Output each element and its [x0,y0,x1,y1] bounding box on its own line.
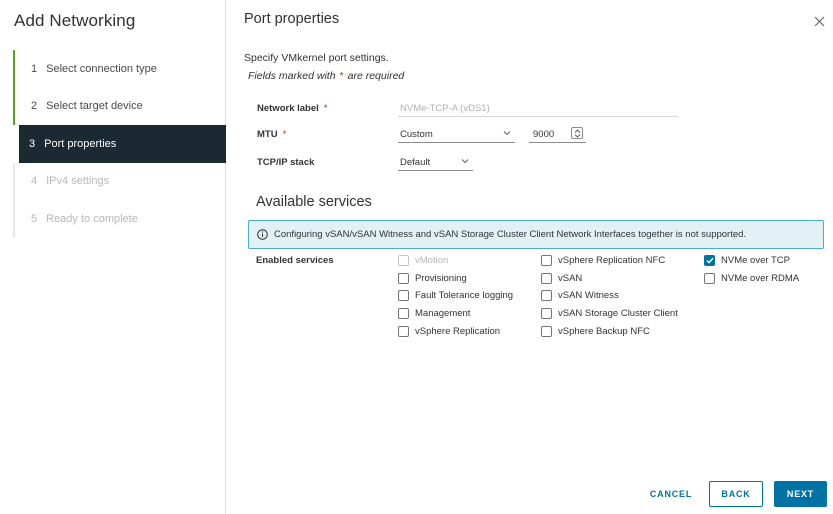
mtu-label: MTU * [257,129,286,140]
step-ready-to-complete: 5 Ready to complete [13,200,226,238]
step-select-target-device[interactable]: 2 Select target device [13,87,226,125]
step-select-connection-type[interactable]: 1 Select connection type [13,50,226,88]
checkbox-box[interactable] [398,325,409,337]
checkbox-label: NVMe over RDMA [721,272,800,284]
checkbox-vsphere-replication[interactable]: vSphere Replication [398,324,500,338]
checkbox-management[interactable]: Management [398,306,470,320]
checkmark-icon [706,257,714,264]
required-star: * [282,129,287,140]
step-label: Select target device [46,100,143,113]
checkbox-label: vSphere Backup NFC [558,325,650,337]
step-label: Ready to complete [46,212,138,225]
tcpip-stack-value: Default [400,157,431,168]
back-button[interactable]: BACK [709,481,763,507]
checkbox-label: Provisioning [415,272,467,284]
checkbox-label: vSAN Storage Cluster Client [558,307,678,319]
tcpip-stack-label: TCP/IP stack [257,157,314,168]
step-ipv4-settings: 4 IPv4 settings [13,162,226,200]
chevron-down-icon [503,131,511,136]
page-title: Port properties [244,11,340,27]
wizard-sidebar: Add Networking 1 Select connection type … [0,0,226,514]
step-label: IPv4 settings [46,175,110,188]
checkbox-label: Fault Tolerance logging [415,289,514,301]
checkbox-vsan-storage-cluster-client[interactable]: vSAN Storage Cluster Client [541,306,678,320]
checkbox-provisioning[interactable]: Provisioning [398,271,467,285]
checkbox-label: vMotion [415,254,449,266]
step-number: 2 [31,100,38,113]
step-port-properties[interactable]: 3 Port properties [19,125,226,163]
mtu-value: 9000 [533,129,555,140]
checkbox-box[interactable] [541,272,552,284]
checkbox-box[interactable] [398,272,409,284]
checkbox-vmotion: vMotion [398,253,448,267]
step-number: 5 [31,212,38,225]
checkbox-nvme-over-tcp[interactable]: NVMe over TCP [704,253,790,267]
checkbox-nvme-over-rdma[interactable]: NVMe over RDMA [704,271,799,285]
checkbox-box[interactable] [398,289,409,301]
checkbox-box[interactable] [704,272,715,284]
enabled-services-label: Enabled services [256,255,334,266]
cancel-button[interactable]: CANCEL [644,481,698,507]
tcpip-stack-select[interactable]: Default [398,153,473,171]
chevron-down-icon [461,159,469,164]
checkbox-box[interactable] [541,254,552,266]
checkbox-vsphere-replication-nfc[interactable]: vSphere Replication NFC [541,253,665,267]
step-number: 3 [29,137,36,150]
mtu-mode-value: Custom [400,129,433,140]
checkbox-box[interactable] [398,307,409,319]
info-icon [257,229,268,240]
mtu-value-input[interactable]: 9000 [529,125,586,143]
close-icon [814,16,824,26]
network-label-text: Network label [257,103,319,114]
mtu-label-text: MTU [257,129,278,140]
checkbox-box [398,254,409,266]
required-note-suffix: are required [347,70,405,82]
wizard-steps: 1 Select connection type 2 Select target… [13,50,226,238]
checkbox-vsan[interactable]: vSAN [541,271,582,285]
checkbox-box-checked[interactable] [704,254,715,266]
checkbox-label: Management [415,307,471,319]
checkbox-label: vSAN Witness [558,289,619,301]
wizard-title: Add Networking [14,11,136,30]
checkbox-box[interactable] [541,325,552,337]
required-star: * [339,70,344,82]
mtu-stepper[interactable] [571,127,583,139]
info-alert: Configuring vSAN/vSAN Witness and vSAN S… [248,220,824,249]
checkbox-label: vSphere Replication [415,325,501,337]
close-button[interactable] [811,13,827,29]
required-star: * [323,103,328,114]
checkbox-box[interactable] [541,307,552,319]
network-label-field: NVMe-TCP-A (vDS1) [398,99,678,117]
checkbox-vsan-witness[interactable]: vSAN Witness [541,288,619,302]
required-note: Fields marked with * are required [248,70,404,82]
step-number: 4 [31,175,38,188]
mtu-mode-select[interactable]: Custom [398,125,515,143]
stepper-icon [574,128,580,138]
available-services-title: Available services [256,194,372,210]
network-label-label: Network label * [257,103,327,114]
wizard-main: Port properties Specify VMkernel port se… [226,0,833,514]
required-note-prefix: Fields marked with [248,70,336,82]
next-button[interactable]: NEXT [774,481,827,507]
checkbox-vsphere-backup-nfc[interactable]: vSphere Backup NFC [541,324,650,338]
step-label: Port properties [44,137,117,150]
checkbox-label: vSAN [558,272,583,284]
checkbox-box[interactable] [541,289,552,301]
step-label: Select connection type [46,62,157,75]
step-number: 1 [31,62,38,75]
checkbox-fault-tolerance-logging[interactable]: Fault Tolerance logging [398,288,513,302]
checkbox-label: NVMe over TCP [721,254,790,266]
page-description: Specify VMkernel port settings. [244,52,389,64]
checkbox-label: vSphere Replication NFC [558,254,666,266]
tcpip-stack-label-text: TCP/IP stack [257,157,315,168]
alert-text: Configuring vSAN/vSAN Witness and vSAN S… [274,229,747,240]
